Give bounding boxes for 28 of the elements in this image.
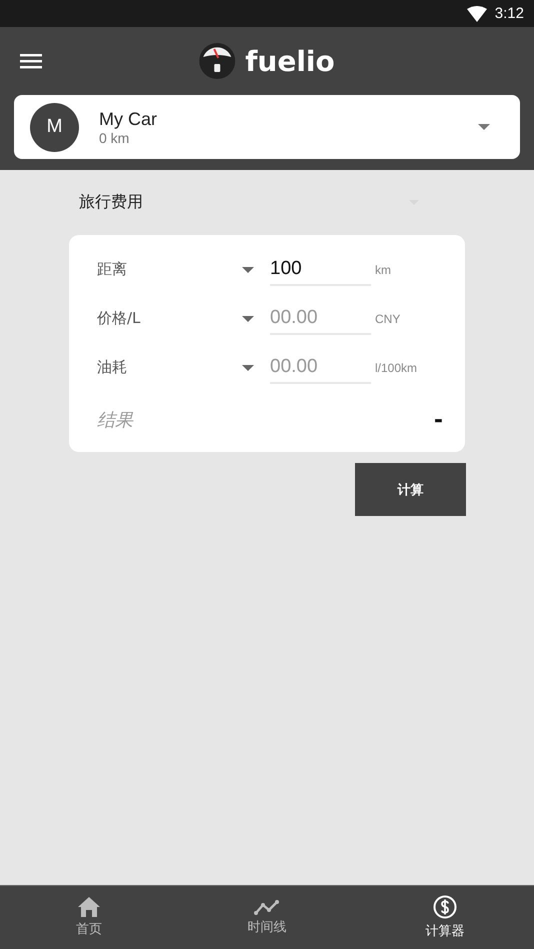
caret-icon[interactable]	[242, 316, 254, 322]
wifi-icon	[466, 6, 487, 22]
vehicle-name: My Car	[99, 108, 158, 130]
nav-tab[interactable]: 计算器	[356, 886, 534, 949]
calculate-button[interactable]: 计算	[355, 463, 466, 516]
field-label: 油耗	[97, 358, 128, 377]
status-time: 3:12	[494, 5, 524, 22]
field-label: 价格/L	[97, 309, 142, 328]
app-title: fuelio	[245, 44, 335, 78]
nav-tab[interactable]: 时间线	[178, 886, 356, 949]
unit-label: CNY	[375, 312, 400, 326]
gauge-icon	[199, 43, 236, 79]
vehicle-selector[interactable]: M My Car 0 km	[14, 95, 520, 159]
home-icon	[78, 897, 100, 917]
unit-label: l/100km	[375, 360, 418, 374]
caret-icon[interactable]	[242, 364, 254, 370]
caret-icon	[478, 124, 490, 130]
field-label: 距离	[97, 260, 128, 279]
dollar-coin-icon	[433, 895, 457, 919]
line-chart-icon	[254, 899, 280, 915]
nav-tab[interactable]: 首页	[0, 886, 178, 949]
unit-label: km	[375, 262, 391, 276]
caret-icon[interactable]	[242, 266, 254, 272]
result-label: 结果	[97, 409, 133, 432]
avatar: M	[30, 102, 79, 152]
vehicle-odometer: 0 km	[99, 130, 130, 146]
result-value: -	[434, 408, 443, 432]
calculator-type-dropdown[interactable]: 旅行费用	[79, 192, 455, 213]
